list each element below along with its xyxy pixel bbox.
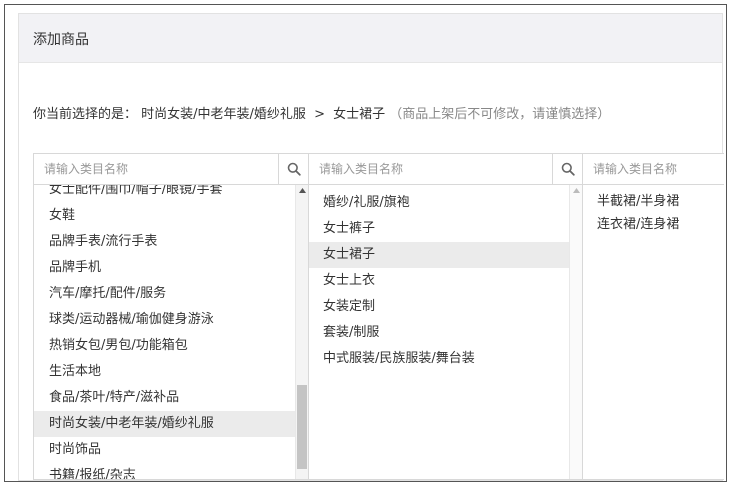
list-item-selected[interactable]: 女士裙子: [309, 242, 569, 268]
list-item[interactable]: 女鞋: [34, 203, 295, 229]
list-item[interactable]: 生活本地: [34, 359, 295, 385]
search-icon: [287, 162, 301, 176]
category-search-input[interactable]: [583, 154, 724, 184]
list-item[interactable]: 婚纱/礼服/旗袍: [309, 190, 569, 216]
scrollbar-thumb[interactable]: [297, 385, 307, 469]
list-item[interactable]: 时尚饰品: [34, 437, 295, 463]
scroll-up-arrow-icon[interactable]: [570, 188, 582, 198]
category-column-level1: 女士配件/围巾/帽子/眼镜/手套 女鞋 品牌手表/流行手表 品牌手机 汽车/摩托…: [33, 153, 309, 480]
category-list-level3: 半截裙/半身裙 连衣裙/连身裙: [583, 185, 724, 479]
list-item[interactable]: 中式服装/民族服装/舞台装: [309, 346, 569, 372]
screenshot-frame: 添加商品 你当前选择的是： 时尚女装/中老年装/婚纱礼服 > 女士裙子 （商品上…: [4, 4, 727, 482]
list-item[interactable]: 品牌手机: [34, 255, 295, 281]
list-item[interactable]: 女士裤子: [309, 216, 569, 242]
selection-note: （商品上架后不可修改，请谨慎选择）: [389, 107, 611, 122]
scroll-up-arrow-icon[interactable]: [296, 188, 308, 198]
panel-title: 添加商品: [33, 32, 89, 48]
list-item[interactable]: 品牌手表/流行手表: [34, 229, 295, 255]
list-item[interactable]: 套装/制服: [309, 320, 569, 346]
list-item[interactable]: 半截裙/半身裙: [583, 190, 724, 213]
category-search-input[interactable]: [34, 154, 278, 184]
list-item[interactable]: 连衣裙/连身裙: [583, 213, 724, 236]
search-icon: [561, 162, 575, 176]
category-list-level2: 婚纱/礼服/旗袍 女士裤子 女士裙子 女士上衣 女装定制 套装/制服 中式服装/…: [309, 185, 569, 479]
category-search-level2: [309, 154, 582, 185]
list-item[interactable]: 女士配件/围巾/帽子/眼镜/手套: [34, 185, 295, 203]
list-item[interactable]: 书籍/报纸/杂志: [34, 463, 295, 479]
category-search-level3: [583, 154, 724, 185]
search-button[interactable]: [552, 154, 582, 184]
list-item-selected[interactable]: 时尚女装/中老年装/婚纱礼服: [34, 411, 295, 437]
list-item[interactable]: 女士上衣: [309, 268, 569, 294]
scrollbar[interactable]: [295, 185, 308, 479]
list-item[interactable]: 球类/运动器械/瑜伽健身游泳: [34, 307, 295, 333]
list-item[interactable]: 食品/茶叶/特产/滋补品: [34, 385, 295, 411]
scrollbar[interactable]: [569, 185, 582, 479]
selection-separator: >: [314, 107, 325, 122]
category-column-level3: 半截裙/半身裙 连衣裙/连身裙: [582, 153, 724, 480]
selection-prefix: 你当前选择的是：: [33, 107, 138, 122]
category-search-input[interactable]: [309, 154, 552, 184]
category-list-level1: 女士配件/围巾/帽子/眼镜/手套 女鞋 品牌手表/流行手表 品牌手机 汽车/摩托…: [34, 185, 295, 479]
add-product-panel: 添加商品 你当前选择的是： 时尚女装/中老年装/婚纱礼服 > 女士裙子 （商品上…: [18, 13, 724, 481]
category-column-level2: 婚纱/礼服/旗袍 女士裤子 女士裙子 女士上衣 女装定制 套装/制服 中式服装/…: [308, 153, 583, 480]
list-item[interactable]: 女装定制: [309, 294, 569, 320]
current-selection: 你当前选择的是： 时尚女装/中老年装/婚纱礼服 > 女士裙子 （商品上架后不可修…: [33, 103, 610, 122]
search-button[interactable]: [278, 154, 308, 184]
panel-header: 添加商品: [19, 14, 722, 63]
list-item[interactable]: 汽车/摩托/配件/服务: [34, 281, 295, 307]
category-search-level1: [34, 154, 308, 185]
list-item[interactable]: 热销女包/男包/功能箱包: [34, 333, 295, 359]
selection-leaf: 女士裙子: [333, 107, 386, 122]
selection-path: 时尚女装/中老年装/婚纱礼服: [141, 107, 306, 122]
